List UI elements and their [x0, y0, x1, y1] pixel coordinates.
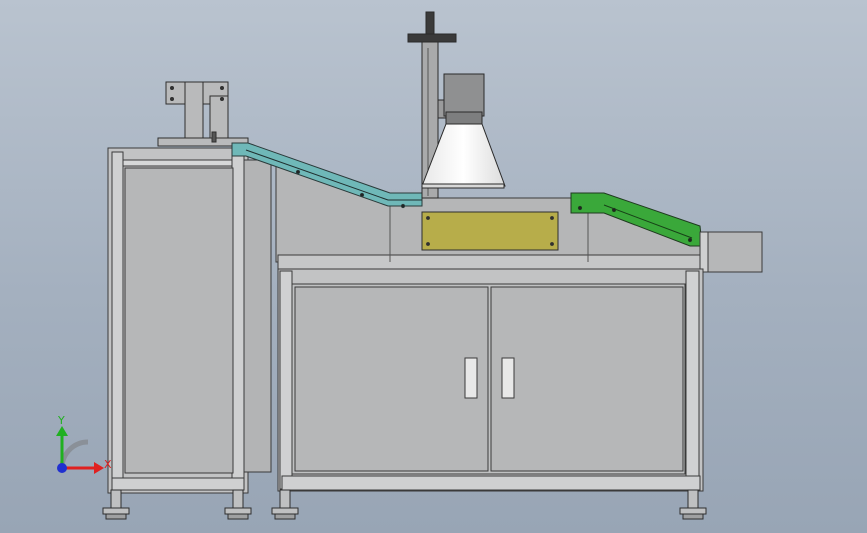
leveling-feet — [102, 489, 707, 520]
left-door — [294, 286, 489, 472]
right-door — [490, 286, 684, 472]
left-cabinet — [107, 147, 272, 494]
x-axis-label: X — [104, 458, 112, 471]
camera-column — [407, 11, 506, 199]
exit-chute — [699, 231, 763, 273]
camera-body — [443, 73, 485, 117]
cad-viewport[interactable]: Y X — [0, 0, 867, 533]
right-door-handle — [501, 357, 515, 399]
y-axis-label: Y — [57, 414, 65, 427]
yellow-panel — [421, 211, 559, 251]
z-axis-dot — [57, 463, 67, 473]
left-door-handle — [464, 357, 478, 399]
feeder-bracket — [157, 81, 249, 147]
lower-cabinet — [277, 268, 704, 492]
machine-drawing: Y X — [56, 11, 763, 520]
axis-triad: Y X — [56, 414, 112, 474]
left-cabinet-door — [124, 167, 234, 474]
